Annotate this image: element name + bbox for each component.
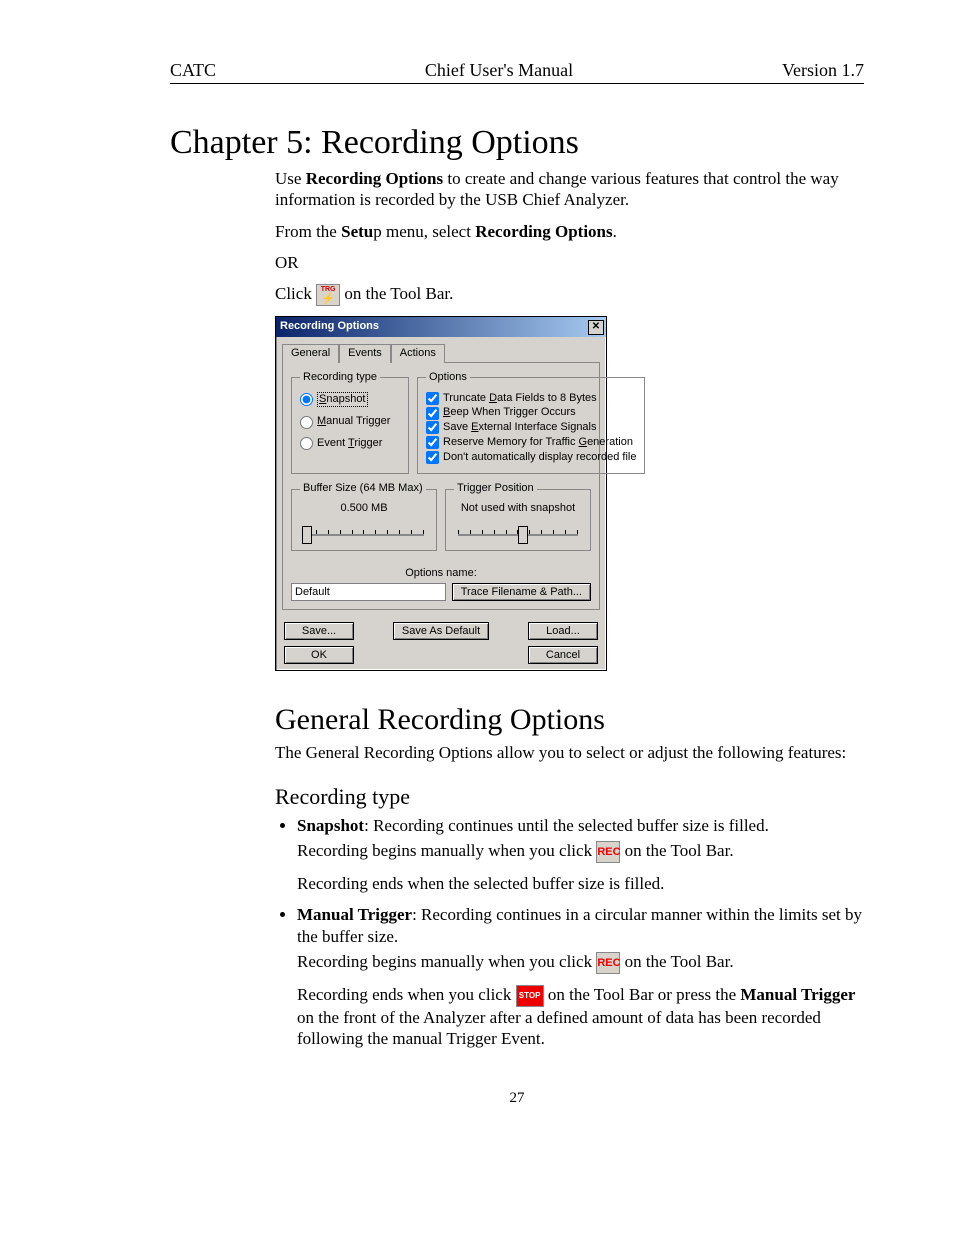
chk-save-ext[interactable] [426, 421, 439, 434]
radio-snapshot[interactable] [300, 393, 313, 406]
trigger-position-legend: Trigger Position [454, 482, 537, 496]
trigger-position-group: Trigger Position Not used with snapshot [445, 482, 591, 551]
buffer-size-legend: Buffer Size (64 MB Max) [300, 482, 426, 496]
header-right: Version 1.7 [782, 60, 864, 81]
click-toolbar-line: Click on the Tool Bar. [275, 283, 864, 306]
tab-events[interactable]: Events [339, 344, 391, 363]
save-as-default-button[interactable]: Save As Default [393, 622, 489, 640]
trigger-position-text: Not used with snapshot [454, 502, 582, 516]
page-header: CATC Chief User's Manual Version 1.7 [170, 60, 864, 84]
recording-type-group: Recording type Snapshot Manual Trigger E… [291, 371, 409, 475]
radio-manual-trigger[interactable] [300, 416, 313, 429]
tab-row: General Events Actions [276, 337, 606, 362]
or-text: OR [275, 252, 864, 273]
buffer-size-slider[interactable] [300, 520, 428, 542]
recording-type-list: Snapshot: Recording continues until the … [275, 815, 864, 1050]
cancel-button[interactable]: Cancel [528, 646, 598, 664]
buffer-size-value: 0.500 MB [300, 502, 428, 516]
buffer-size-group: Buffer Size (64 MB Max) 0.500 MB [291, 482, 437, 551]
rec-toolbar-icon: REC [596, 841, 620, 863]
tab-general[interactable]: General [282, 344, 339, 363]
recording-options-dialog: Recording Options ✕ General Events Actio… [275, 316, 607, 671]
options-group: Options Truncate Data Fields to 8 Bytes … [417, 371, 645, 475]
radio-event-trigger[interactable] [300, 437, 313, 450]
recording-type-heading: Recording type [275, 783, 864, 811]
intro-paragraph-1: Use Recording Options to create and chan… [275, 168, 864, 211]
chapter-title: Chapter 5: Recording Options [170, 124, 864, 162]
general-recording-options-heading: General Recording Options [275, 701, 864, 739]
tab-pane-general: Recording type Snapshot Manual Trigger E… [282, 362, 600, 610]
chk-dont-display[interactable] [426, 451, 439, 464]
chk-beep[interactable] [426, 407, 439, 420]
header-left: CATC [170, 60, 216, 81]
rec-toolbar-icon: REC [596, 952, 620, 974]
options-name-input[interactable] [291, 583, 446, 601]
dialog-titlebar: Recording Options ✕ [276, 317, 606, 337]
trigger-position-slider[interactable] [454, 520, 582, 542]
list-item-manual-trigger: Manual Trigger: Recording continues in a… [297, 904, 864, 1049]
options-legend: Options [426, 371, 470, 385]
tab-actions[interactable]: Actions [391, 344, 445, 363]
ok-button[interactable]: OK [284, 646, 354, 664]
chk-reserve[interactable] [426, 436, 439, 449]
page-number: 27 [170, 1090, 864, 1107]
chk-truncate[interactable] [426, 392, 439, 405]
trigger-toolbar-icon [316, 284, 340, 306]
dialog-title: Recording Options [280, 320, 379, 334]
header-center: Chief User's Manual [425, 60, 573, 81]
intro-paragraph-2: From the Setup menu, select Recording Op… [275, 221, 864, 242]
close-icon[interactable]: ✕ [588, 320, 604, 335]
load-button[interactable]: Load... [528, 622, 598, 640]
stop-toolbar-icon: STOP [516, 985, 544, 1007]
trace-filename-button[interactable]: Trace Filename & Path... [452, 583, 591, 601]
general-recording-options-text: The General Recording Options allow you … [275, 742, 864, 763]
recording-type-legend: Recording type [300, 371, 380, 385]
options-name-label: Options name: [291, 567, 591, 581]
list-item-snapshot: Snapshot: Recording continues until the … [297, 815, 864, 895]
save-button[interactable]: Save... [284, 622, 354, 640]
dialog-button-row: Save... OK Save As Default Load... Cance… [276, 616, 606, 670]
